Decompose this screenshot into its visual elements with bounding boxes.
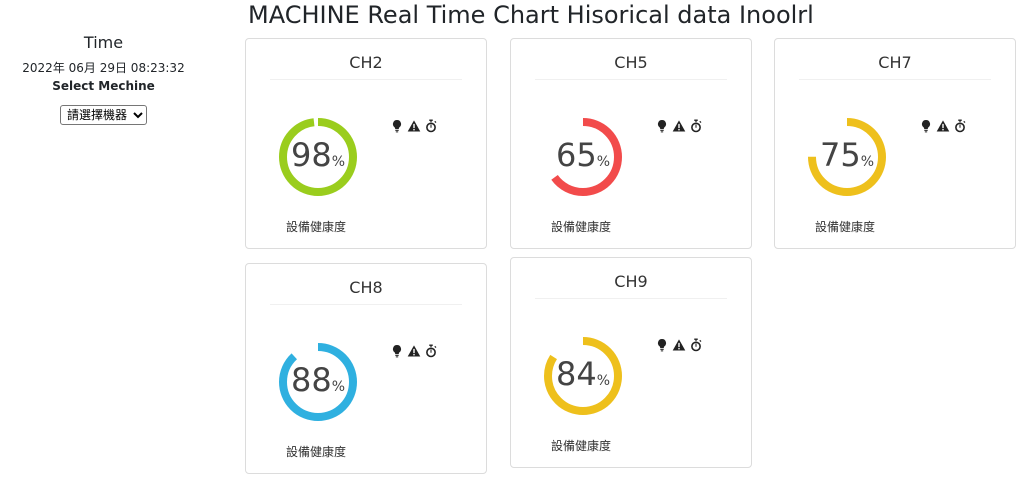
health-gauge: 88% [274, 338, 362, 426]
select-machine-label: Select Mechine [52, 79, 155, 93]
card-ch8: CH8 88% 設備健康度 [245, 263, 487, 474]
gauge-value: 88 [290, 361, 332, 399]
health-label: 設備健康度 [286, 220, 347, 234]
warning-icon[interactable] [407, 344, 421, 358]
card-title: CH7 [878, 53, 912, 72]
time-value: 2022年 06月 29日 08:23:32 [22, 61, 185, 75]
time-label: Time [83, 33, 124, 52]
gauge-value-text: 65% [539, 135, 627, 175]
card-ch5: CH5 65% 設備健康度 [510, 38, 752, 249]
gauge-percent-sign: % [596, 154, 611, 170]
gauge-percent-sign: % [331, 154, 346, 170]
warning-icon[interactable] [672, 338, 686, 352]
machine-select[interactable]: 請選擇機器 [60, 105, 147, 125]
card-title: CH8 [349, 278, 383, 297]
status-icons [919, 119, 967, 133]
card-divider [799, 79, 991, 80]
status-icons [390, 344, 438, 358]
lightbulb-icon[interactable] [655, 338, 669, 352]
warning-icon[interactable] [936, 119, 950, 133]
card-divider [270, 304, 462, 305]
card-ch7: CH7 75% 設備健康度 [774, 38, 1016, 249]
lightbulb-icon[interactable] [390, 119, 404, 133]
stopwatch-icon[interactable] [689, 119, 703, 133]
health-label: 設備健康度 [815, 220, 876, 234]
health-gauge: 65% [539, 113, 627, 201]
status-icons [390, 119, 438, 133]
card-divider [270, 79, 462, 80]
stopwatch-icon[interactable] [689, 338, 703, 352]
health-gauge: 75% [803, 113, 891, 201]
status-icons [655, 119, 703, 133]
gauge-value: 65 [555, 136, 597, 174]
card-divider [535, 79, 727, 80]
warning-icon[interactable] [407, 119, 421, 133]
card-title: CH5 [614, 53, 648, 72]
stopwatch-icon[interactable] [424, 119, 438, 133]
status-icons [655, 338, 703, 352]
lightbulb-icon[interactable] [919, 119, 933, 133]
gauge-value: 75 [819, 136, 861, 174]
health-gauge: 84% [539, 332, 627, 420]
stopwatch-icon[interactable] [953, 119, 967, 133]
gauge-percent-sign: % [596, 373, 611, 389]
gauge-value: 98 [290, 136, 332, 174]
card-divider [535, 298, 727, 299]
lightbulb-icon[interactable] [655, 119, 669, 133]
gauge-value-text: 75% [803, 135, 891, 175]
health-gauge: 98% [274, 113, 362, 201]
gauge-value-text: 98% [274, 135, 362, 175]
health-label: 設備健康度 [286, 445, 347, 459]
warning-icon[interactable] [672, 119, 686, 133]
health-label: 設備健康度 [551, 220, 612, 234]
gauge-percent-sign: % [860, 154, 875, 170]
card-ch2: CH2 98% 設備健康度 [245, 38, 487, 249]
sidebar: Time 2022年 06月 29日 08:23:32 Select Mechi… [0, 30, 207, 125]
card-title: CH2 [349, 53, 383, 72]
gauge-value-text: 88% [274, 360, 362, 400]
page: MACHINE Real Time Chart Hisorical data I… [0, 0, 1019, 477]
stopwatch-icon[interactable] [424, 344, 438, 358]
lightbulb-icon[interactable] [390, 344, 404, 358]
gauge-percent-sign: % [331, 379, 346, 395]
card-title: CH9 [614, 272, 648, 291]
gauge-value-text: 84% [539, 354, 627, 394]
card-ch9: CH9 84% 設備健康度 [510, 257, 752, 468]
page-title: MACHINE Real Time Chart Hisorical data I… [248, 1, 814, 29]
gauge-value: 84 [555, 355, 597, 393]
health-label: 設備健康度 [551, 439, 612, 453]
